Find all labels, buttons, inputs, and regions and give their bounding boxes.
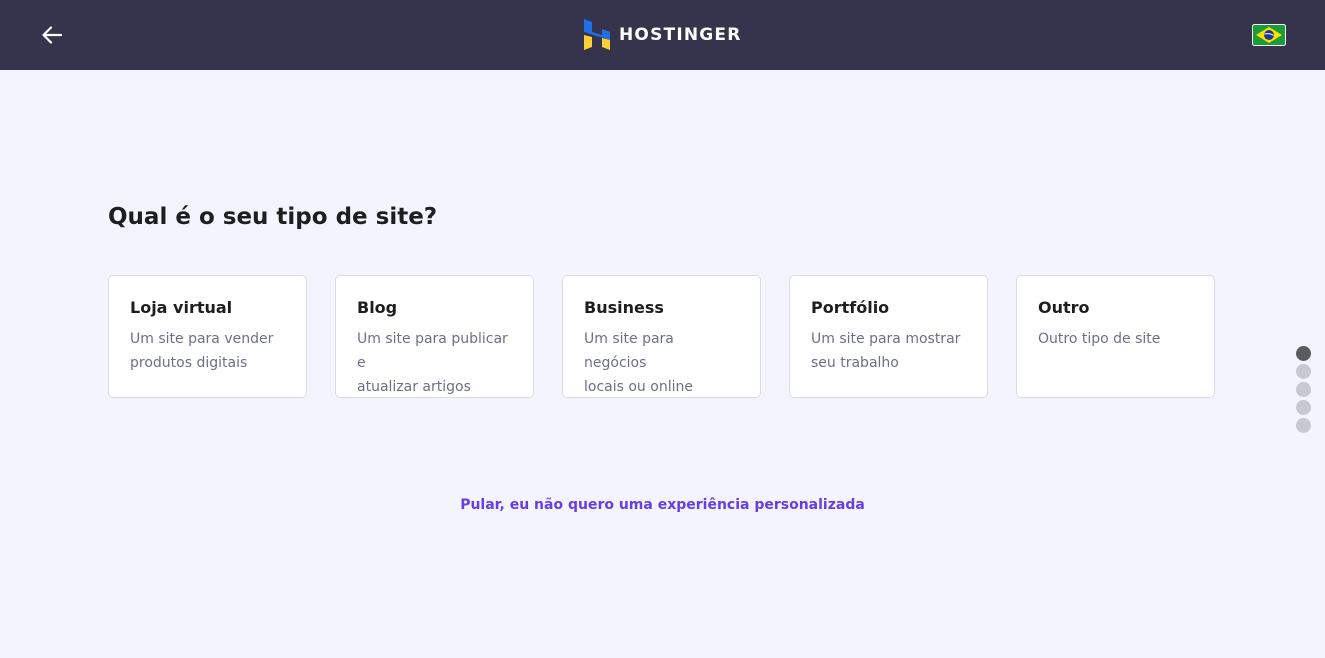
option-description-line: locais ou online — [584, 379, 693, 395]
language-selector[interactable] — [1252, 24, 1286, 46]
option-description-line: Um site para vender — [130, 331, 274, 347]
option-description-line: Um site para mostrar — [811, 331, 961, 347]
option-title: Blog — [357, 298, 398, 317]
option-card-business[interactable]: Business Um site para negócios locais ou… — [562, 275, 761, 398]
option-title: Loja virtual — [130, 298, 233, 317]
back-button[interactable] — [38, 21, 66, 49]
option-description: Um site para negócios locais ou online — [584, 327, 740, 399]
option-title: Business — [584, 298, 664, 317]
step-dot-1[interactable] — [1296, 346, 1311, 361]
logo-text: HOSTINGER — [619, 24, 742, 45]
option-title: Portfólio — [811, 298, 890, 317]
step-dot-4[interactable] — [1296, 400, 1311, 415]
option-description-line: Um site para publicar e — [357, 331, 508, 371]
option-description-line: produtos digitais — [130, 355, 248, 371]
option-card-outro[interactable]: Outro Outro tipo de site — [1016, 275, 1215, 398]
arrow-left-icon — [42, 26, 62, 44]
option-card-portfolio[interactable]: Portfólio Um site para mostrar seu traba… — [789, 275, 988, 398]
step-progress-indicator — [1296, 346, 1311, 433]
step-dot-2[interactable] — [1296, 364, 1311, 379]
top-bar: HOSTINGER — [0, 0, 1325, 70]
page-title: Qual é o seu tipo de site? — [108, 204, 438, 230]
option-description: Outro tipo de site — [1038, 327, 1194, 351]
option-description-line: seu trabalho — [811, 355, 899, 371]
option-title: Outro — [1038, 298, 1090, 317]
step-dot-3[interactable] — [1296, 382, 1311, 397]
hostinger-logo[interactable]: HOSTINGER — [584, 19, 742, 50]
option-description: Um site para mostrar seu trabalho — [811, 327, 967, 375]
hostinger-h-icon — [584, 19, 610, 50]
option-description: Um site para vender produtos digitais — [130, 327, 286, 375]
brazil-flag-icon — [1252, 24, 1286, 46]
option-description-line: Outro tipo de site — [1038, 331, 1161, 347]
option-card-blog[interactable]: Blog Um site para publicar e atualizar a… — [335, 275, 534, 398]
option-description-line: atualizar artigos — [357, 379, 471, 395]
site-type-options: Loja virtual Um site para vender produto… — [108, 275, 1217, 398]
option-card-loja-virtual[interactable]: Loja virtual Um site para vender produto… — [108, 275, 307, 398]
skip-personalization-link[interactable]: Pular, eu não quero uma experiência pers… — [0, 497, 1325, 513]
option-description: Um site para publicar e atualizar artigo… — [357, 327, 513, 399]
step-dot-5[interactable] — [1296, 418, 1311, 433]
option-description-line: Um site para negócios — [584, 331, 674, 371]
